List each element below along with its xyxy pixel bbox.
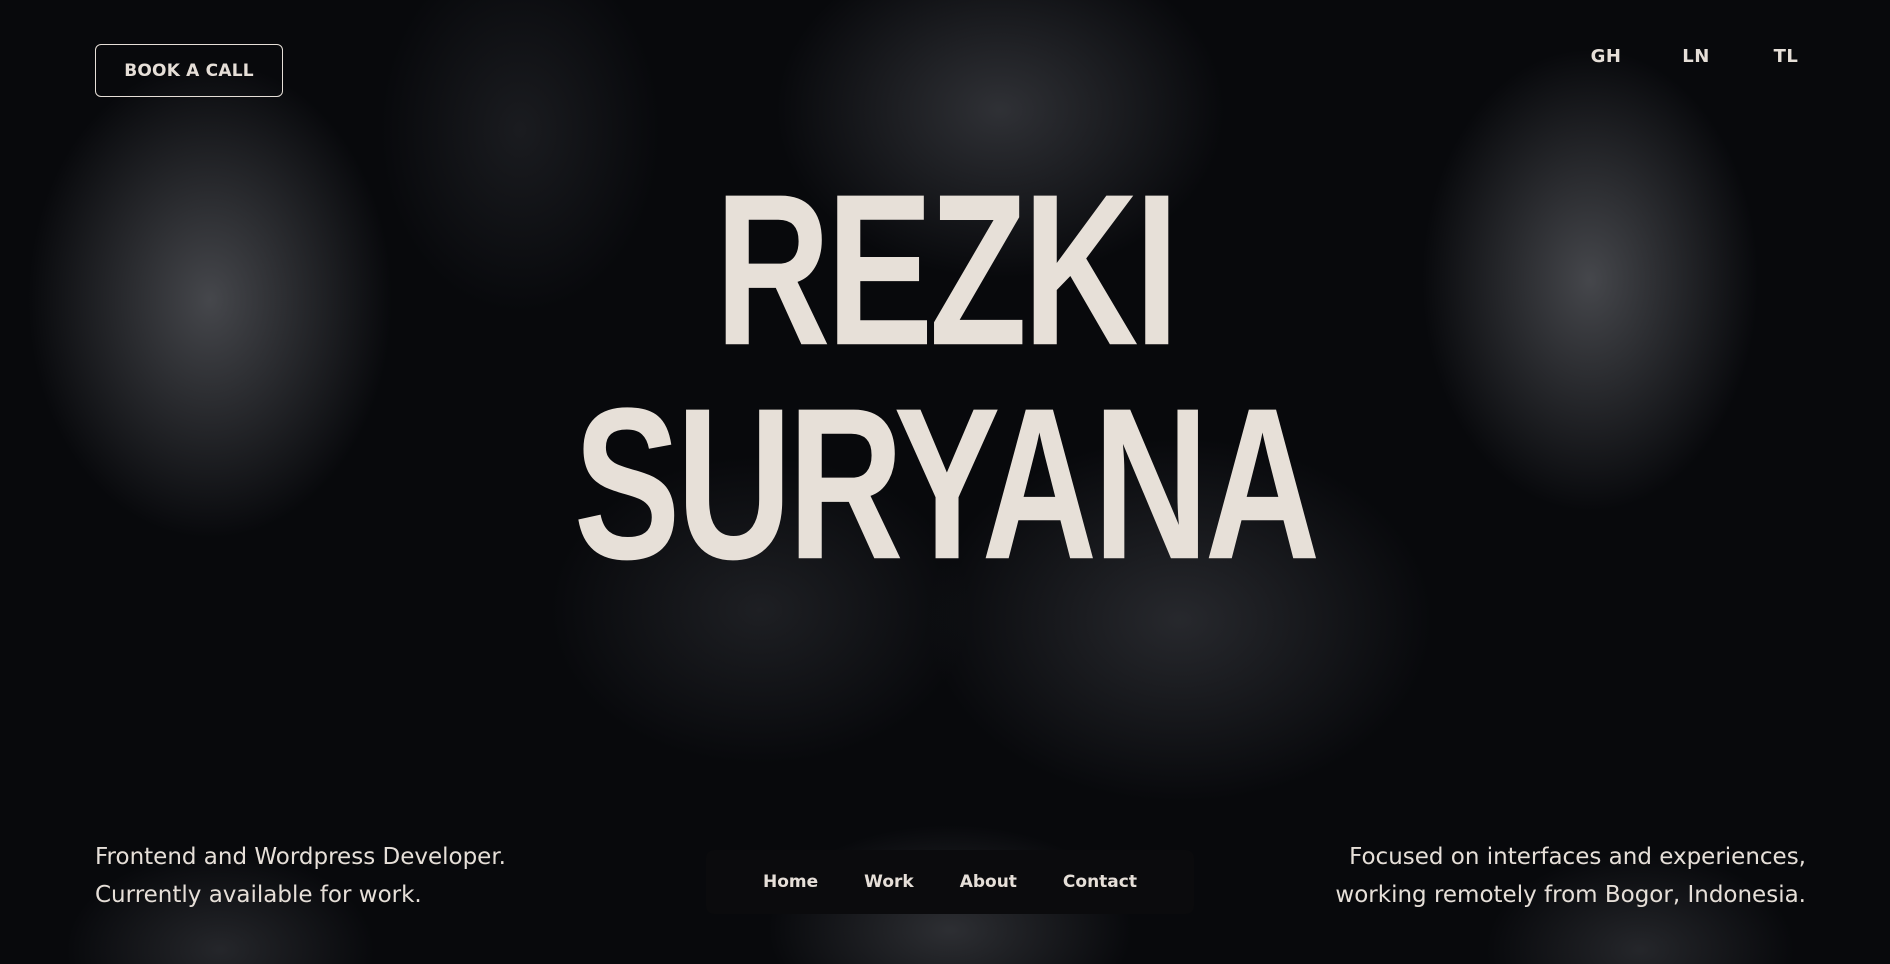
bio-right-line2: working remotely from Bogor, Indonesia. <box>1335 882 1806 908</box>
hero-first-name: REZKI <box>715 148 1179 391</box>
nav-item-home[interactable]: Home <box>763 872 818 892</box>
social-links: GH LN TL <box>1586 46 1806 67</box>
bio-left-line2: Currently available for work. <box>95 882 422 908</box>
bio-right-line1: Focused on interfaces and experiences, <box>1349 844 1806 870</box>
nav-item-about[interactable]: About <box>960 872 1017 892</box>
nav-item-contact[interactable]: Contact <box>1063 872 1137 892</box>
social-link-linkedin[interactable]: LN <box>1676 46 1716 67</box>
book-a-call-button[interactable]: BOOK A CALL <box>95 44 283 97</box>
social-link-telegram[interactable]: TL <box>1766 46 1806 67</box>
bio-left: Frontend and Wordpress Developer. Curren… <box>95 838 506 914</box>
nav-item-work[interactable]: Work <box>864 872 914 892</box>
bottom-nav: Home Work About Contact <box>706 850 1194 914</box>
hero-last-name: SURYANA <box>573 362 1321 605</box>
social-link-github[interactable]: GH <box>1586 46 1626 67</box>
bio-left-line1: Frontend and Wordpress Developer. <box>95 844 506 870</box>
bio-right: Focused on interfaces and experiences, w… <box>1335 838 1806 914</box>
